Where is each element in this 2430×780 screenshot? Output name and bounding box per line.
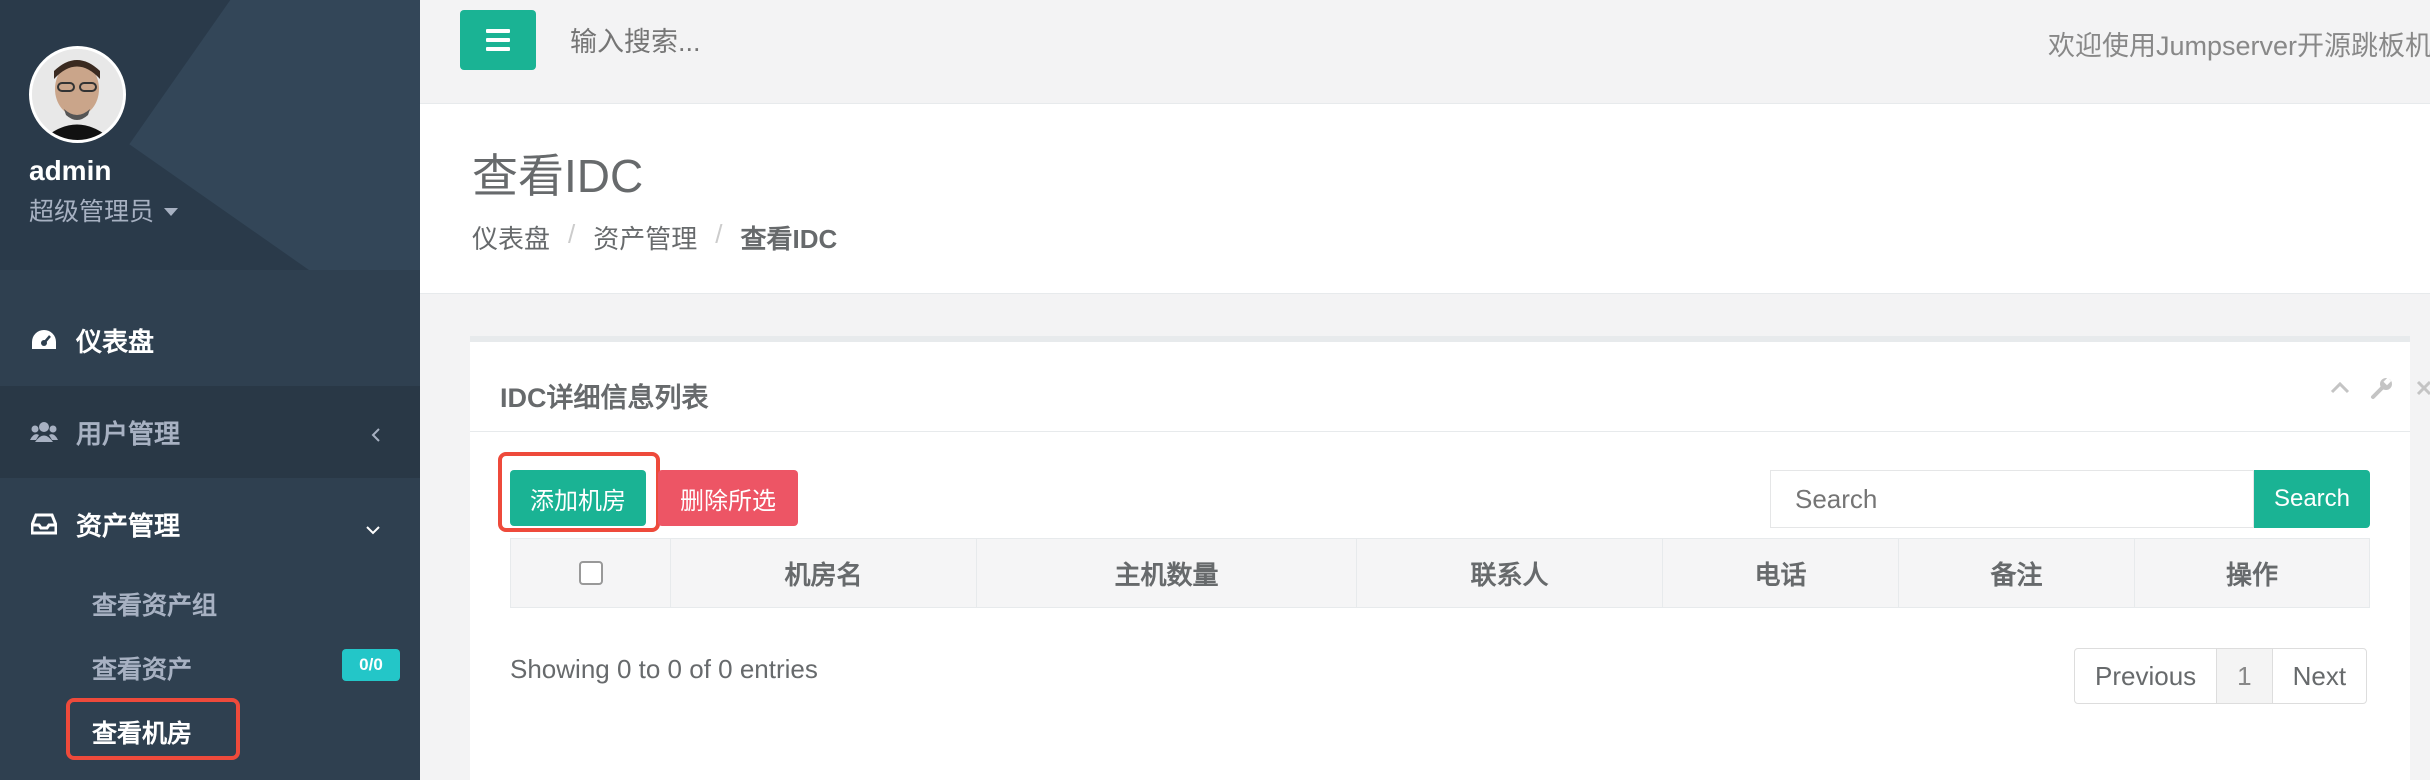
hamburger-icon [486, 38, 510, 42]
inbox-icon [30, 510, 58, 538]
column-header-phone[interactable]: 电话 [1663, 539, 1899, 607]
column-header-contact[interactable]: 联系人 [1357, 539, 1663, 607]
idc-table-header: 机房名 主机数量 联系人 电话 备注 操作 [510, 538, 2370, 608]
select-all-cell [511, 539, 671, 607]
sidebar-subitem-asset-groups[interactable]: 查看资产组 [92, 586, 217, 622]
profile-section: admin 超级管理员 [0, 0, 420, 270]
pagination-previous[interactable]: Previous [2075, 649, 2218, 703]
breadcrumb-separator: / [715, 219, 723, 249]
idc-list-panel: IDC详细信息列表 添加机房 删除所选 Search 机房名 主机数量 联系人 … [470, 336, 2430, 780]
panel-header: IDC详细信息列表 [470, 342, 2430, 432]
table-search-input[interactable] [1770, 470, 2254, 528]
panel-title: IDC详细信息列表 [500, 383, 709, 413]
profile-role-label: 超级管理员 [29, 198, 155, 226]
highlight-box-add [498, 452, 660, 532]
pagination: Previous 1 Next [2074, 648, 2368, 704]
top-search-input[interactable] [570, 22, 1170, 62]
column-header-host-count[interactable]: 主机数量 [977, 539, 1357, 607]
hamburger-icon [486, 47, 510, 51]
pagination-next[interactable]: Next [2273, 649, 2366, 703]
sidebar-subitem-assets[interactable]: 查看资产 [92, 650, 192, 686]
delete-selected-button[interactable]: 删除所选 [658, 470, 798, 526]
search-button[interactable]: Search [2254, 470, 2370, 528]
pagination-page-1[interactable]: 1 [2217, 649, 2273, 703]
hamburger-icon [486, 29, 510, 33]
column-header-name[interactable]: 机房名 [671, 539, 977, 607]
chevron-up-icon[interactable] [2328, 376, 2352, 400]
breadcrumb-separator: / [568, 219, 576, 249]
page-title: 查看IDC [472, 150, 644, 202]
profile-name: admin [29, 155, 112, 186]
sidebar-item-label: 用户管理 [76, 418, 181, 449]
dashboard-icon [30, 326, 58, 354]
top-navbar: 欢迎使用Jumpserver开源跳板机系 [420, 0, 2430, 104]
page-heading: 查看IDC 仪表盘 / 资产管理 / 查看IDC [420, 104, 2430, 294]
sidebar: admin 超级管理员 仪表盘 用户管理 资产管理 查看资产组 查看资产 0/0… [0, 0, 420, 780]
breadcrumb: 仪表盘 / 资产管理 / 查看IDC [472, 219, 837, 256]
column-header-actions: 操作 [2225, 559, 2278, 590]
sidebar-item-users[interactable]: 用户管理 [0, 386, 420, 478]
sidebar-item-assets[interactable]: 资产管理 [0, 478, 420, 570]
highlight-box-idc [66, 698, 240, 760]
breadcrumb-dashboard[interactable]: 仪表盘 [472, 219, 550, 256]
select-all-checkbox[interactable] [578, 561, 603, 585]
column-header-remark[interactable]: 备注 [1899, 539, 2135, 607]
chevron-left-icon [370, 420, 382, 451]
welcome-message: 欢迎使用Jumpserver开源跳板机系 [2048, 31, 2430, 61]
sidebar-item-label: 资产管理 [76, 510, 181, 541]
profile-role-dropdown[interactable]: 超级管理员 [29, 192, 179, 228]
sidebar-item-dashboard[interactable]: 仪表盘 [0, 294, 420, 386]
avatar[interactable] [29, 46, 126, 143]
close-icon[interactable] [2412, 376, 2430, 400]
sidebar-item-label: 仪表盘 [76, 326, 155, 357]
panel-tools [2328, 376, 2430, 400]
table-info: Showing 0 to 0 of 0 entries [510, 654, 818, 684]
asset-count-badge: 0/0 [342, 649, 400, 681]
wrench-icon[interactable] [2370, 376, 2394, 400]
breadcrumb-current: 查看IDC [740, 224, 838, 254]
users-icon [30, 418, 58, 446]
breadcrumb-assets[interactable]: 资产管理 [593, 219, 697, 256]
menu-toggle-button[interactable] [460, 10, 536, 70]
caret-down-icon [164, 208, 179, 216]
chevron-down-icon [364, 512, 382, 543]
